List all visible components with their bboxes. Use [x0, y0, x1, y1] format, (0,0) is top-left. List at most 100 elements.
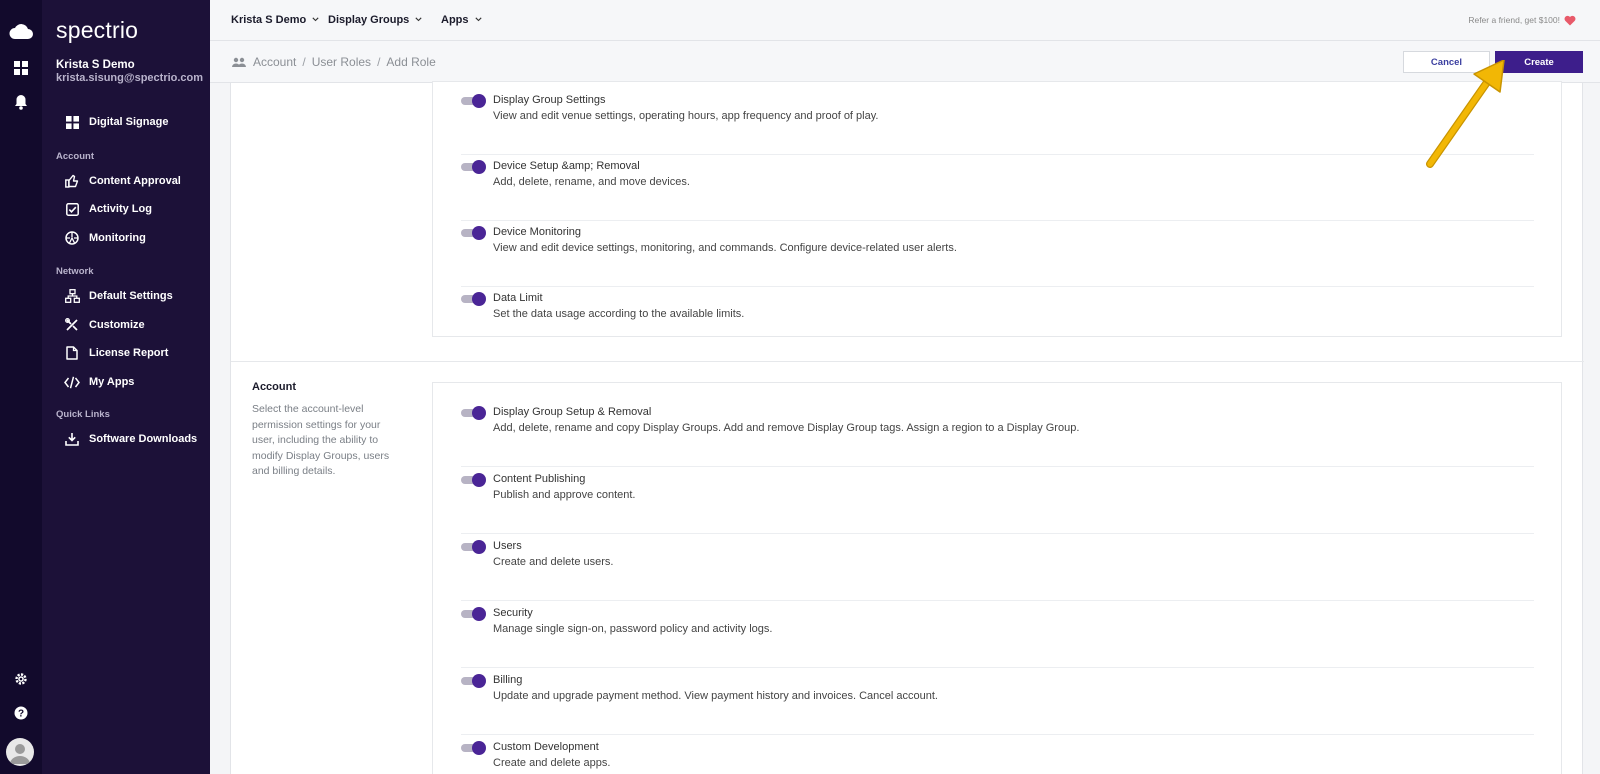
permission-toggle[interactable] [461, 473, 487, 487]
permission-description: Manage single sign-on, password policy a… [493, 623, 773, 635]
permission-description: Add, delete, rename, and move devices. [493, 176, 690, 188]
permission-title: Custom Development [493, 741, 599, 753]
breadcrumb-separator: / [302, 55, 306, 69]
sidebar-section-quick-links: Quick Links [56, 409, 110, 420]
sidebar: spectrio Krista S Demo krista.sisung@spe… [42, 0, 210, 774]
apps-menu[interactable]: Apps [441, 14, 482, 26]
sidebar-item-label: Monitoring [89, 232, 146, 244]
bell-icon[interactable] [0, 93, 42, 111]
breadcrumb-account[interactable]: Account [253, 55, 296, 69]
display-groups-label: Display Groups [328, 14, 410, 26]
chevron-down-icon [474, 13, 482, 25]
thumbs-up-icon [64, 173, 80, 189]
sidebar-item-content-approval[interactable]: Content Approval [64, 171, 181, 191]
sidebar-item-monitoring[interactable]: Monitoring [64, 228, 146, 248]
account-section-title: Account [252, 381, 296, 393]
permission-row: Data Limit Set the data usage according … [461, 287, 1534, 353]
account-switcher-label: Krista S Demo [231, 14, 307, 26]
sidebar-section-network: Network [56, 266, 94, 277]
permission-title: Device Setup &amp; Removal [493, 160, 640, 172]
account-section-description: Select the account-level permission sett… [252, 403, 390, 477]
permission-row: Custom Development Create and delete app… [461, 736, 1534, 774]
sidebar-item-default-settings[interactable]: Default Settings [64, 286, 173, 306]
user-name: Krista S Demo [56, 59, 135, 71]
permission-description: Create and delete users. [493, 556, 614, 568]
sidebar-item-digital-signage[interactable]: Digital Signage [64, 112, 168, 132]
permission-description: Create and delete apps. [493, 757, 611, 769]
permission-toggle[interactable] [461, 607, 487, 621]
sidebar-item-software-downloads[interactable]: Software Downloads [64, 429, 197, 449]
sidebar-item-label: Digital Signage [89, 116, 169, 128]
icon-rail: ? [0, 0, 42, 774]
sidebar-item-label: Software Downloads [89, 433, 198, 445]
permission-toggle[interactable] [461, 406, 487, 420]
permission-toggle[interactable] [461, 226, 487, 240]
sidebar-item-my-apps[interactable]: My Apps [64, 372, 134, 392]
breadcrumb: Account / User Roles / Add Role [232, 55, 436, 69]
breadcrumb-separator: / [377, 55, 381, 69]
gear-icon[interactable] [0, 670, 42, 688]
permission-row: Device Monitoring View and edit device s… [461, 221, 1534, 287]
help-icon[interactable]: ? [0, 704, 42, 722]
avatar[interactable] [6, 738, 34, 766]
dashboard-icon [64, 114, 80, 130]
permission-toggle[interactable] [461, 160, 487, 174]
permission-title: Billing [493, 674, 523, 686]
monitoring-icon [64, 230, 80, 246]
permission-title: Data Limit [493, 292, 543, 304]
sidebar-item-activity-log[interactable]: Activity Log [64, 199, 152, 219]
sidebar-item-customize[interactable]: Customize [64, 315, 145, 335]
page-header: Account / User Roles / Add Role Cancel C… [210, 41, 1600, 83]
tools-icon [64, 317, 80, 333]
permission-description: View and edit device settings, monitorin… [493, 242, 957, 254]
role-permissions-panel: Display Group Settings View and edit ven… [230, 81, 1584, 774]
sidebar-item-label: Default Settings [89, 290, 173, 302]
permission-title: Display Group Setup & Removal [493, 406, 652, 418]
permission-title: Users [493, 540, 522, 552]
sidebar-item-label: Content Approval [89, 175, 181, 187]
permission-toggle[interactable] [461, 94, 487, 108]
document-icon [64, 345, 80, 361]
permission-row: Users Create and delete users. [461, 535, 1534, 601]
permission-title: Content Publishing [493, 473, 586, 485]
refer-friend-link[interactable]: Refer a friend, get $100! [1468, 15, 1560, 25]
brand-logo[interactable]: spectrio [56, 17, 138, 44]
permission-toggle[interactable] [461, 540, 487, 554]
apps-label: Apps [441, 14, 469, 26]
permission-row: Display Group Setup & Removal Add, delet… [461, 401, 1534, 467]
sidebar-item-label: License Report [89, 347, 169, 359]
permission-toggle[interactable] [461, 292, 487, 306]
section-divider [231, 361, 1584, 362]
permission-title: Display Group Settings [493, 94, 606, 106]
permission-row: Billing Update and upgrade payment metho… [461, 669, 1534, 735]
permission-description: Set the data usage according to the avai… [493, 308, 745, 320]
permission-toggle[interactable] [461, 741, 487, 755]
annotation-arrow-icon [1420, 59, 1510, 177]
code-icon [64, 374, 80, 390]
permission-row: Content Publishing Publish and approve c… [461, 468, 1534, 534]
permission-title: Security [493, 607, 533, 619]
sidebar-section-account: Account [56, 151, 94, 162]
network-icon [64, 288, 80, 304]
user-email: krista.sisung@spectrio.com [56, 72, 204, 84]
breadcrumb-user-roles[interactable]: User Roles [312, 55, 371, 69]
top-header: Krista S Demo Display Groups Apps Refer … [210, 0, 1600, 41]
cloud-icon[interactable] [0, 18, 42, 44]
dashboard-icon[interactable] [0, 59, 42, 77]
permission-row: Device Setup &amp; Removal Add, delete, … [461, 155, 1534, 221]
users-icon [232, 57, 246, 68]
account-switcher[interactable]: Krista S Demo [231, 14, 319, 26]
sidebar-item-license-report[interactable]: License Report [64, 343, 168, 363]
svg-text:?: ? [18, 709, 24, 720]
chevron-down-icon [415, 13, 422, 25]
permission-toggle[interactable] [461, 674, 487, 688]
display-groups-menu[interactable]: Display Groups [328, 14, 422, 26]
chevron-down-icon [312, 13, 319, 25]
download-icon [64, 431, 80, 447]
checkbox-icon [64, 201, 80, 217]
permission-row: Security Manage single sign-on, password… [461, 602, 1534, 668]
heart-icon [1564, 13, 1576, 31]
permission-description: View and edit venue settings, operating … [493, 110, 879, 122]
sidebar-item-label: Activity Log [89, 203, 152, 215]
permission-description: Update and upgrade payment method. View … [493, 690, 938, 702]
